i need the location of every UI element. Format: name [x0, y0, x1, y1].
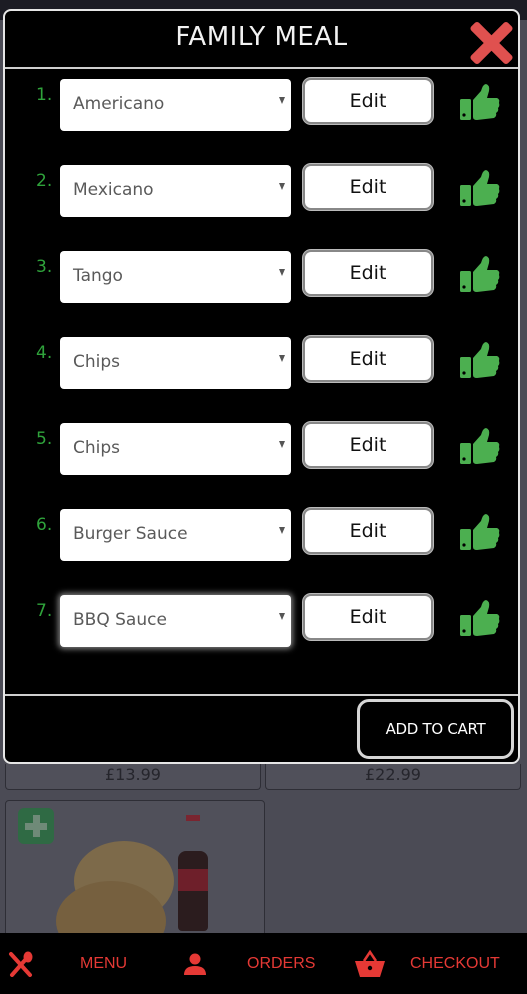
edit-button[interactable]: Edit — [303, 250, 433, 296]
item-select-value: BBQ Sauce — [73, 610, 167, 630]
bottom-navbar: MENU ORDERS CHECKOUT — [0, 933, 527, 994]
nav-label: ORDERS — [247, 954, 316, 972]
edit-button[interactable]: Edit — [303, 336, 433, 382]
thumbs-up-icon — [460, 84, 500, 120]
item-number: 5. — [36, 429, 53, 449]
item-select[interactable]: BBQ Sauce — [60, 595, 291, 647]
meal-item-row: 7. BBQ Sauce Edit — [5, 594, 518, 647]
meal-item-row: 6. Burger Sauce Edit — [5, 508, 518, 561]
nav-label: CHECKOUT — [410, 954, 500, 972]
item-select[interactable]: Tango — [60, 251, 291, 303]
edit-button[interactable]: Edit — [303, 78, 433, 124]
bottle-cap-image — [186, 815, 200, 821]
price-label: £13.99 — [5, 764, 261, 790]
nav-label: MENU — [80, 954, 128, 972]
bottle-label-image — [178, 869, 208, 891]
item-select-value: Burger Sauce — [73, 524, 188, 544]
item-number: 2. — [36, 171, 53, 191]
item-select-value: Americano — [73, 94, 165, 114]
meal-item-row: 5. Chips Edit — [5, 422, 518, 475]
item-select[interactable]: Chips — [60, 337, 291, 389]
edit-button[interactable]: Edit — [303, 164, 433, 210]
item-number: 6. — [36, 515, 53, 535]
item-select[interactable]: Chips — [60, 423, 291, 475]
add-to-cart-button[interactable]: ADD TO CART — [357, 699, 514, 759]
nav-item-checkout[interactable]: CHECKOUT — [354, 933, 500, 994]
item-number: 3. — [36, 257, 53, 277]
close-icon[interactable] — [468, 21, 514, 65]
price-label: £22.99 — [265, 764, 521, 790]
thumbs-up-icon — [460, 342, 500, 378]
thumbs-up-icon — [460, 600, 500, 636]
background-product-card — [5, 800, 265, 942]
nav-item-orders[interactable]: ORDERS — [183, 933, 315, 994]
background-price-row: £13.99 £22.99 — [5, 764, 521, 790]
edit-button[interactable]: Edit — [303, 508, 433, 554]
meal-item-row: 2. Mexicano Edit — [5, 164, 518, 217]
thumbs-up-icon — [460, 170, 500, 206]
chevron-down-icon — [279, 441, 285, 448]
nav-item-menu[interactable]: MENU — [8, 933, 127, 994]
chevron-down-icon — [279, 355, 285, 362]
chevron-down-icon — [279, 613, 285, 620]
item-number: 7. — [36, 601, 53, 621]
basket-icon — [355, 949, 385, 977]
meal-item-row: 1. Americano Edit — [5, 78, 518, 131]
bottle-image — [178, 851, 208, 931]
item-select[interactable]: Burger Sauce — [60, 509, 291, 561]
thumbs-up-icon — [460, 428, 500, 464]
item-select-value: Chips — [73, 352, 121, 372]
family-meal-modal: FAMILY MEAL 1. Americano Edit 2. Mexicano Edi… — [3, 9, 520, 764]
item-number: 4. — [36, 343, 53, 363]
meal-item-row: 3. Tango Edit — [5, 250, 518, 303]
edit-button[interactable]: Edit — [303, 594, 433, 640]
item-select-value: Tango — [73, 266, 123, 286]
item-select-value: Mexicano — [73, 180, 154, 200]
chevron-down-icon — [279, 527, 285, 534]
item-select-value: Chips — [73, 438, 121, 458]
item-select[interactable]: Mexicano — [60, 165, 291, 217]
chevron-down-icon — [279, 183, 285, 190]
thumbs-up-icon — [460, 514, 500, 550]
thumbs-up-icon — [460, 256, 500, 292]
chevron-down-icon — [279, 269, 285, 276]
item-select[interactable]: Americano — [60, 79, 291, 131]
chevron-down-icon — [279, 97, 285, 104]
modal-title: FAMILY MEAL — [175, 22, 348, 52]
cutlery-icon — [9, 951, 33, 977]
meal-item-row: 4. Chips Edit — [5, 336, 518, 389]
item-number: 1. — [36, 85, 53, 105]
modal-footer: ADD TO CART — [5, 694, 518, 764]
modal-header: FAMILY MEAL — [5, 11, 518, 69]
user-icon — [184, 953, 206, 975]
add-icon — [18, 808, 54, 844]
edit-button[interactable]: Edit — [303, 422, 433, 468]
